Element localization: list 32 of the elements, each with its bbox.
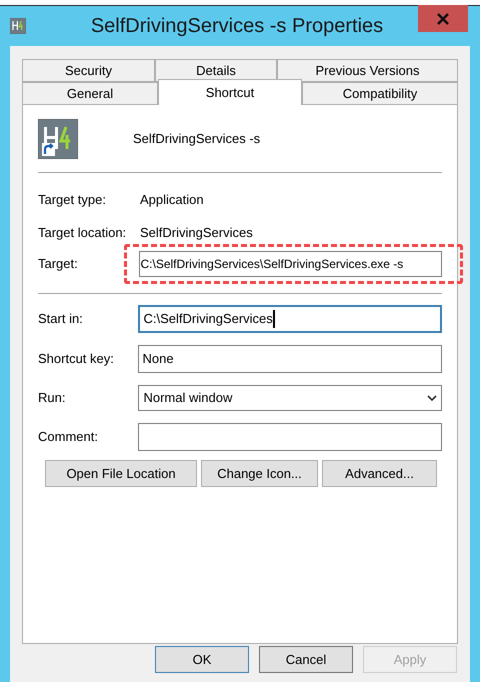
app-icon — [10, 18, 26, 34]
window-title: SelfDrivingServices -s Properties — [90, 14, 384, 39]
text-caret — [272, 310, 275, 328]
action-button[interactable]: Advanced... — [322, 460, 437, 487]
tab[interactable]: Compatibility — [302, 82, 458, 105]
info-value: Application — [140, 191, 204, 209]
shortcut-app-icon — [38, 119, 78, 159]
info-label: Target type: — [38, 191, 107, 209]
field-label: Target: — [38, 255, 79, 274]
info-label: Target location: — [38, 224, 128, 242]
shortcut-name: SelfDrivingServices -s — [133, 130, 260, 148]
close-icon — [437, 12, 449, 24]
tab[interactable]: Previous Versions — [277, 59, 458, 82]
field-label: Start in: — [38, 310, 84, 328]
text-field[interactable]: None — [138, 345, 442, 373]
run-dropdown[interactable]: Normal window — [138, 385, 442, 411]
tab[interactable]: Security — [22, 59, 155, 82]
info-value: SelfDrivingServices — [140, 224, 253, 242]
tab[interactable]: Shortcut — [158, 79, 302, 105]
dialog-button[interactable]: OK — [155, 646, 249, 673]
close-button[interactable] — [418, 5, 468, 32]
action-button[interactable]: Change Icon... — [201, 460, 318, 487]
text-field[interactable]: C:\SelfDrivingServices — [138, 305, 442, 333]
field-label: Comment: — [38, 428, 99, 446]
tab[interactable]: General — [22, 82, 158, 105]
target-field[interactable]: C:\SelfDrivingServices\SelfDrivingServices.exe -s — [138, 251, 442, 277]
action-button[interactable]: Open File Location — [45, 460, 197, 487]
field-label: Shortcut key: — [38, 350, 115, 368]
dialog-button[interactable]: Cancel — [259, 646, 353, 673]
dropdown-caret-icon — [427, 395, 437, 401]
text-field[interactable] — [138, 423, 442, 451]
field-label: Run: — [38, 389, 66, 408]
